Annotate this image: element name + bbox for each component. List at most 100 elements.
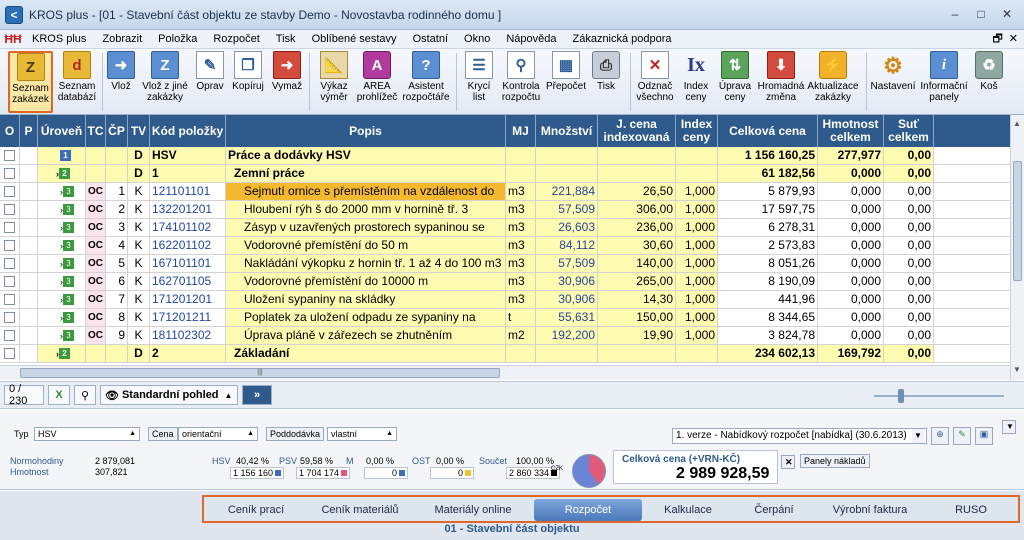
column-header[interactable]: Hmotnost celkem <box>818 115 884 147</box>
vloz-z-jine-zakazky-button[interactable]: Z Vlož z jiné zakázky <box>140 51 190 113</box>
tv-cell[interactable]: K <box>128 309 150 326</box>
checkbox-cell[interactable] <box>0 291 20 308</box>
quantity-cell[interactable] <box>536 165 598 182</box>
scroll-up-icon[interactable]: ▲ <box>1013 119 1021 128</box>
unit-cell[interactable]: m3 <box>506 255 536 272</box>
price-index-cell[interactable]: 1,000 <box>676 273 718 290</box>
code-cell[interactable]: 181102302 <box>150 327 226 344</box>
checkbox-cell[interactable] <box>0 237 20 254</box>
menu-rozpocet[interactable]: Rozpočet <box>205 30 267 49</box>
price-index-cell[interactable]: 1,000 <box>676 201 718 218</box>
description-cell[interactable]: Uložení sypaniny na skládky <box>226 291 506 308</box>
table-row[interactable]: › 3 OC 3 K 174101102 Zásyp v uzavřených prosto… <box>0 219 1010 237</box>
code-cell[interactable]: 1 <box>150 165 226 182</box>
tab-ruso[interactable]: RUSO <box>926 499 1016 521</box>
unit-cell[interactable]: t <box>506 309 536 326</box>
checkbox-cell[interactable] <box>0 273 20 290</box>
price-index-cell[interactable] <box>676 147 718 164</box>
tc-cell[interactable] <box>86 165 106 182</box>
column-header[interactable]: Celková cena <box>718 115 818 147</box>
weight-cell[interactable]: 0,000 <box>818 327 884 344</box>
table-row[interactable]: 1 D HSV Práce a dodávky HSV 1 156 160,25 277,… <box>0 147 1010 165</box>
weight-cell[interactable]: 277,977 <box>818 147 884 164</box>
cp-cell[interactable] <box>106 147 128 164</box>
total-price-cell[interactable]: 1 156 160,25 <box>718 147 818 164</box>
code-cell[interactable]: 162201102 <box>150 237 226 254</box>
price-index-cell[interactable]: 1,000 <box>676 327 718 344</box>
description-cell[interactable]: Práce a dodávky HSV <box>226 147 506 164</box>
column-header[interactable]: Kód položky <box>150 115 226 147</box>
unit-cell[interactable]: m3 <box>506 183 536 200</box>
close-icon[interactable]: ✕ <box>781 455 795 469</box>
tv-cell[interactable]: K <box>128 219 150 236</box>
unit-cell[interactable]: m3 <box>506 273 536 290</box>
poddodavka-button[interactable]: Poddodávka <box>266 427 325 441</box>
uprava-ceny-button[interactable]: ⇅ Úprava ceny <box>716 51 754 113</box>
total-price-cell[interactable]: 8 051,26 <box>718 255 818 272</box>
weight-cell[interactable]: 0,000 <box>818 219 884 236</box>
close-button[interactable]: ✕ <box>996 5 1018 23</box>
checkbox-cell[interactable] <box>0 147 20 164</box>
tab-vyrobni-faktura[interactable]: Výrobní faktura <box>820 499 920 521</box>
table-row[interactable]: › 3 OC 8 K 171201211 Poplatek za uložení odpad… <box>0 309 1010 327</box>
column-header[interactable]: Index ceny <box>676 115 718 147</box>
table-row[interactable]: › 2 D 2 Základání 234 602,13 169,792 0,00 <box>0 345 1010 363</box>
debris-cell[interactable]: 0,00 <box>884 327 934 344</box>
code-cell[interactable]: 121101101 <box>150 183 226 200</box>
total-price-cell[interactable]: 2 573,83 <box>718 237 818 254</box>
quantity-cell[interactable]: 192,200 <box>536 327 598 344</box>
unit-cell[interactable]: m3 <box>506 237 536 254</box>
total-price-cell[interactable]: 234 602,13 <box>718 345 818 362</box>
p-cell[interactable] <box>20 147 38 164</box>
menu-zobrazit[interactable]: Zobrazit <box>94 30 150 49</box>
unit-price-cell[interactable] <box>598 345 676 362</box>
tab-cenik-materialu[interactable]: Ceník materiálů <box>308 499 412 521</box>
index-ceny-button[interactable]: Ix Index ceny <box>679 51 713 113</box>
tv-cell[interactable]: K <box>128 237 150 254</box>
save-version-icon[interactable]: ▣ <box>975 427 993 445</box>
weight-cell[interactable]: 0,000 <box>818 255 884 272</box>
column-header[interactable]: P <box>20 115 38 147</box>
unit-cell[interactable] <box>506 165 536 182</box>
zoom-slider-knob[interactable] <box>898 389 904 403</box>
code-cell[interactable]: 162701105 <box>150 273 226 290</box>
code-cell[interactable]: 174101102 <box>150 219 226 236</box>
description-cell[interactable]: Úprava pláně v zářezech se zhutněním <box>226 327 506 344</box>
quantity-cell[interactable]: 57,509 <box>536 255 598 272</box>
table-row[interactable]: › 3 OC 4 K 162201102 Vodorovné přemístění do 5… <box>0 237 1010 255</box>
checkbox-cell[interactable] <box>0 165 20 182</box>
tc-cell[interactable]: OC <box>86 309 106 326</box>
debris-cell[interactable]: 0,00 <box>884 273 934 290</box>
tv-cell[interactable]: D <box>128 165 150 182</box>
unit-cell[interactable] <box>506 147 536 164</box>
weight-cell[interactable]: 0,000 <box>818 291 884 308</box>
asistent-rozpoctare-button[interactable]: ? Asistent rozpočtáře <box>401 51 451 113</box>
tisk-button[interactable]: ⎙ Tisk <box>589 51 623 113</box>
table-row[interactable]: › 3 OC 2 K 132201201 Hloubení rýh š do 2000 mm… <box>0 201 1010 219</box>
row-checkbox[interactable] <box>4 222 15 233</box>
odznac-vsechno-button[interactable]: ✕ Odznač všechno <box>634 51 676 113</box>
panely-nakladu-button[interactable]: Panely nákladů <box>800 454 870 468</box>
menu-napoveda[interactable]: Nápověda <box>498 30 564 49</box>
column-header[interactable]: Úroveň <box>38 115 86 147</box>
tab-cenik-praci[interactable]: Ceník prací <box>210 499 302 521</box>
price-index-cell[interactable]: 1,000 <box>676 183 718 200</box>
tv-cell[interactable]: K <box>128 183 150 200</box>
quantity-cell[interactable]: 57,509 <box>536 201 598 218</box>
vloz-button[interactable]: ➜ Vlož <box>106 51 136 113</box>
debris-cell[interactable]: 0,00 <box>884 147 934 164</box>
kos-button[interactable]: ♻ Koš <box>974 51 1004 113</box>
p-cell[interactable] <box>20 237 38 254</box>
cp-cell[interactable]: 6 <box>106 273 128 290</box>
debris-cell[interactable]: 0,00 <box>884 183 934 200</box>
tc-cell[interactable] <box>86 147 106 164</box>
level-cell[interactable]: › 3 <box>38 201 86 218</box>
quantity-cell[interactable] <box>536 147 598 164</box>
vertical-scrollbar[interactable]: ▲ ▼ <box>1010 115 1024 380</box>
total-price-cell[interactable]: 3 824,78 <box>718 327 818 344</box>
row-checkbox[interactable] <box>4 258 15 269</box>
price-index-cell[interactable]: 1,000 <box>676 237 718 254</box>
code-cell[interactable]: HSV <box>150 147 226 164</box>
tc-cell[interactable]: OC <box>86 237 106 254</box>
kontrola-rozpoctu-button[interactable]: ⚲ Kontrola rozpočtu <box>499 51 543 113</box>
